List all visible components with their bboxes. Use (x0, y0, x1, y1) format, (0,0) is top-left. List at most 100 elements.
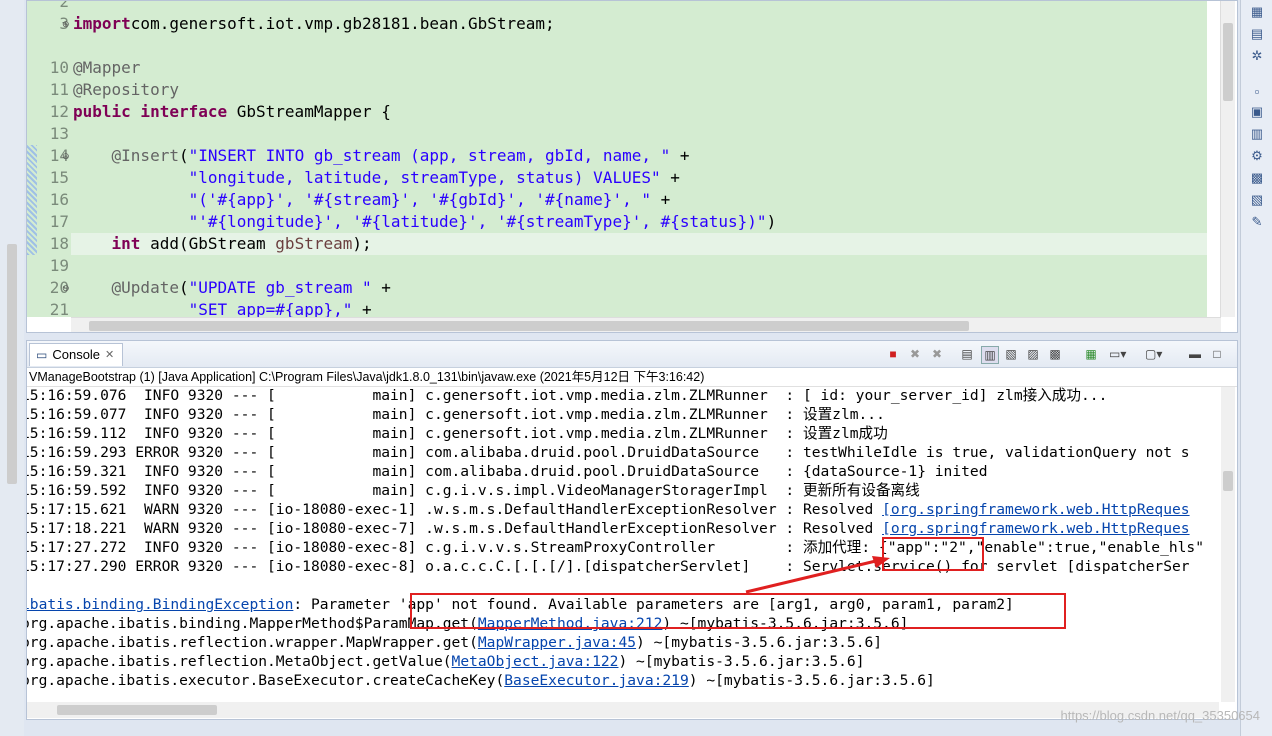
line-number: 13 (49, 124, 69, 143)
code-token: "'#{longitude}', '#{latitude}', '#{strea… (188, 212, 767, 231)
code-token: @Repository (73, 80, 179, 99)
show-stderr-icon[interactable]: ▩ (1047, 346, 1063, 362)
console-line: 15:16:59.077 INFO 9320 --- [ main] c.gen… (27, 405, 885, 424)
console-text: ) ~[mybatis-3.5.6.jar:3.5.6] (688, 672, 935, 689)
console-text: 15:16:59.076 INFO 9320 --- [ main] c.gen… (27, 387, 1108, 404)
package-explorer-icon[interactable]: ▣ (1249, 104, 1265, 120)
code-token: "longitude, latitude, streamType, status… (188, 168, 661, 187)
highlight-error-box (410, 593, 1066, 629)
map-icon[interactable]: ▩ (1249, 170, 1265, 186)
console-text: 15:17:15.621 WARN 9320 --- [io-18080-exe… (27, 501, 883, 518)
console-line: 15:17:15.621 WARN 9320 --- [io-18080-exe… (27, 500, 1190, 519)
console-line: 15:17:18.221 WARN 9320 --- [io-18080-exe… (27, 519, 1190, 538)
console-line: 15:17:27.290 ERROR 9320 --- [io-18080-ex… (27, 557, 1190, 576)
console-text: 15:17:18.221 WARN 9320 --- [io-18080-exe… (27, 520, 883, 537)
console-text: 15:16:59.592 INFO 9320 --- [ main] c.g.i… (27, 482, 920, 499)
expand-fold-icon[interactable]: ⊕ (62, 19, 70, 30)
code-token: ( (178, 278, 189, 297)
console-link[interactable]: [org.springframework.web.HttpReques (882, 520, 1190, 537)
console-hscroll-thumb[interactable] (57, 705, 217, 715)
console-line: org.apache.ibatis.executor.BaseExecutor.… (27, 671, 935, 690)
editor-horizontal-scrollbar[interactable] (71, 317, 1221, 332)
console-link[interactable]: [org.springframework.web.HttpReques (882, 501, 1190, 518)
code-line[interactable]: "('#{app}', '#{stream}', '#{gbId}', '#{n… (73, 189, 671, 211)
remove-all-icon[interactable]: ✖ (929, 346, 945, 362)
console-text: org.apache.ibatis.reflection.MetaObject.… (27, 653, 452, 670)
code-line[interactable]: "longitude, latitude, streamType, status… (73, 167, 680, 189)
code-line[interactable]: importcom.genersoft.iot.vmp.gb28181.bean… (73, 13, 555, 35)
minimize-icon[interactable]: ▬ (1187, 346, 1203, 362)
console-output[interactable]: 15:16:59.076 INFO 9320 --- [ main] c.gen… (27, 387, 1219, 702)
code-token: public interface (73, 102, 228, 121)
code-line[interactable]: int add(GbStream gbStream); (73, 233, 372, 255)
debug-icon[interactable]: ✲ (1249, 48, 1265, 64)
line-number: 19 (49, 256, 69, 275)
console-line: org.apache.ibatis.reflection.wrapper.Map… (27, 633, 882, 652)
code-line[interactable]: @Mapper (73, 57, 140, 79)
line-number: 2 (59, 0, 69, 11)
console-link[interactable]: ibatis.binding.BindingException (27, 596, 293, 613)
code-token: + (650, 190, 671, 209)
close-icon[interactable]: ✕ (105, 344, 114, 366)
restore-icon[interactable]: ▫ (1249, 84, 1265, 100)
open-console-icon[interactable]: ▢▾ (1145, 346, 1162, 362)
editor-vscroll-thumb[interactable] (1223, 23, 1233, 101)
maximize-icon[interactable]: □ (1209, 346, 1225, 362)
code-editor[interactable]: 2 3 ⊕ 10 11 12 13 14 ⊖ 15 16 17 18 19 20 ⊖ 21 importcom.… (26, 0, 1238, 333)
console-text: 15:16:59.321 INFO 9320 --- [ main] com.a… (27, 463, 988, 480)
code-token: @Mapper (73, 58, 141, 77)
editor-hscroll-thumb[interactable] (89, 321, 969, 331)
code-token: @Update (111, 278, 179, 297)
console-line: org.apache.ibatis.reflection.MetaObject.… (27, 652, 864, 671)
clear-console-icon[interactable]: ▤ (959, 346, 975, 362)
collapse-fold-icon[interactable]: ⊖ (62, 283, 70, 294)
code-token: "INSERT INTO gb_stream (app, stream, gbI… (188, 146, 671, 165)
navigator-icon[interactable]: ▥ (1249, 126, 1265, 142)
code-line[interactable]: @Insert("INSERT INTO gb_stream (app, str… (73, 145, 690, 167)
terminate-icon[interactable]: ■ (885, 346, 901, 362)
scroll-lock-icon[interactable]: ▥ (981, 346, 999, 364)
console-view: ▭ Console ✕ ■ ✖ ✖ ▤ ▥ ▧ ▨ ▩ ▦ ▭▾ ▢▾ ▬ □ … (26, 340, 1238, 720)
tasks-icon[interactable]: ▤ (1249, 26, 1265, 42)
console-description: VManageBootstrap (1) [Java Application] … (27, 368, 1237, 387)
code-token: ( (178, 146, 189, 165)
code-token: "('#{app}', '#{stream}', '#{gbId}', '#{n… (188, 190, 651, 209)
code-line[interactable]: @Update("UPDATE gb_stream " + (73, 277, 391, 299)
console-link[interactable]: MetaObject.java:122 (452, 653, 619, 670)
console-vscroll-thumb[interactable] (1223, 471, 1233, 491)
code-area[interactable]: importcom.genersoft.iot.vmp.gb28181.bean… (71, 1, 1207, 319)
tab-console[interactable]: ▭ Console ✕ (29, 343, 124, 366)
bookmark-icon[interactable]: ▧ (1249, 192, 1265, 208)
editor-vertical-scrollbar[interactable] (1220, 1, 1235, 317)
pencil-icon[interactable]: ✎ (1249, 214, 1265, 230)
collapse-fold-icon[interactable]: ⊖ (62, 151, 70, 162)
console-link[interactable]: MapWrapper.java:45 (478, 634, 636, 651)
right-toolbar: ▦ ▤ ✲ ▫ ▣ ▥ ⚙ ▩ ▧ ✎ (1240, 0, 1272, 736)
console-link[interactable]: BaseExecutor.java:219 (504, 672, 689, 689)
console-text: ) ~[mybatis-3.5.6.jar:3.5.6] (636, 634, 883, 651)
word-wrap-icon[interactable]: ▧ (1003, 346, 1019, 362)
change-marker (27, 145, 37, 255)
outline-icon[interactable]: ▦ (1249, 4, 1265, 20)
code-line[interactable]: "'#{longitude}', '#{latitude}', '#{strea… (73, 211, 777, 233)
hierarchy-icon[interactable]: ⚙ (1249, 148, 1265, 164)
display-console-icon[interactable]: ▭▾ (1109, 346, 1126, 362)
console-text: 15:16:59.112 INFO 9320 --- [ main] c.gen… (27, 425, 888, 442)
code-line[interactable]: @Repository (73, 79, 179, 101)
console-vertical-scrollbar[interactable] (1221, 387, 1235, 702)
code-token: + (670, 146, 690, 165)
show-stdout-icon[interactable]: ▨ (1025, 346, 1041, 362)
left-scrollbar-thumb[interactable] (7, 244, 17, 484)
console-horizontal-scrollbar[interactable] (27, 702, 1219, 718)
remove-launch-icon[interactable]: ✖ (907, 346, 923, 362)
code-line[interactable]: public interface GbStreamMapper { (73, 101, 391, 123)
code-token: GbStreamMapper { (227, 102, 391, 121)
code-token: + (371, 278, 391, 297)
code-token: com.genersoft.iot.vmp.gb28181.bean.GbStr… (130, 14, 555, 33)
line-number: 11 (49, 80, 69, 99)
pin-console-icon[interactable]: ▦ (1083, 346, 1099, 362)
